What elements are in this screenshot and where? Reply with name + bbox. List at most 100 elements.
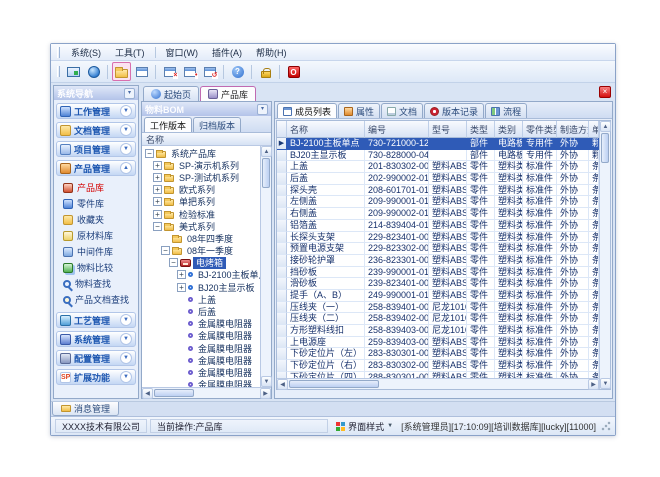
- resize-grip[interactable]: [601, 421, 611, 431]
- menu-tools[interactable]: 工具(T): [108, 44, 152, 61]
- expand-plus-icon[interactable]: +: [153, 161, 162, 170]
- workspace-button[interactable]: [64, 62, 83, 81]
- close-tab-icon[interactable]: [599, 86, 611, 98]
- sidebar-group-doc-mgmt[interactable]: 文档管理▼: [56, 122, 136, 138]
- tree-node[interactable]: 后盖: [142, 305, 260, 317]
- sidebar-group-work-mgmt[interactable]: 工作管理▼: [56, 103, 136, 119]
- table-row[interactable]: 后盖202-990002-01X塑料ABS零件塑料类标准件外协条: [277, 173, 599, 185]
- sidebar-group-product-mgmt[interactable]: 产品管理▲: [56, 160, 136, 176]
- table-row[interactable]: 探头壳208-601701-01X塑料ABS零件塑料类标准件外协条: [277, 185, 599, 197]
- scroll-right-icon[interactable]: ▶: [588, 379, 599, 390]
- tree-column-header[interactable]: 名称: [142, 133, 271, 146]
- scroll-left-icon[interactable]: ◀: [142, 388, 153, 399]
- sidebar-group-project-mgmt[interactable]: 项目管理▼: [56, 141, 136, 157]
- scroll-down-icon[interactable]: ▼: [261, 376, 272, 387]
- scroll-up-icon[interactable]: ▲: [600, 121, 611, 132]
- menu-grip[interactable]: [57, 47, 60, 58]
- menu-window[interactable]: 窗口(W): [159, 44, 206, 61]
- collapse-minus-icon[interactable]: −: [161, 246, 170, 255]
- sidebar-item-favorites[interactable]: 收藏夹: [63, 213, 136, 226]
- tree-node[interactable]: +SP-测试机系列: [142, 171, 260, 183]
- table-row[interactable]: BJ20主显示板730-828000-04X部件电路板专用件外协颗: [277, 150, 599, 162]
- expand-plus-icon[interactable]: +: [177, 270, 186, 279]
- sidebar-item-material-search[interactable]: 物料查找: [63, 277, 136, 290]
- refresh-button[interactable]: [200, 62, 219, 81]
- chevron-down-icon[interactable]: ▼: [120, 371, 132, 383]
- expand-plus-icon[interactable]: +: [153, 197, 162, 206]
- sidebar-group-extensions[interactable]: SP扩展功能▼: [56, 369, 136, 385]
- table-row[interactable]: 右侧盖209-990002-01X塑料ABS零件塑料类标准件外协条: [277, 208, 599, 220]
- table-row[interactable]: 下砂定位片（右）283-830302-00X塑料ABS零件塑料类标准件外协条: [277, 360, 599, 372]
- grid-vertical-scrollbar[interactable]: ▲ ▼: [599, 121, 610, 389]
- tree-node[interactable]: 金属膜电阻器: [142, 342, 260, 354]
- menu-help[interactable]: 帮助(H): [249, 44, 294, 61]
- window-grid-button[interactable]: [132, 62, 151, 81]
- table-row[interactable]: 接砂轮护罩236-823301-00X塑料ABS零件塑料类标准件外协条: [277, 255, 599, 267]
- help-button[interactable]: ?: [228, 62, 247, 81]
- checkout-button[interactable]: [180, 62, 199, 81]
- tree-node[interactable]: +欧式系列: [142, 184, 260, 196]
- close-document-button[interactable]: [160, 62, 179, 81]
- sidebar-item-intermediate-library[interactable]: 中间件库: [63, 245, 136, 258]
- column-header[interactable]: 型号: [429, 121, 467, 138]
- table-row[interactable]: 下砂定位片（左）283-830301-00X塑料ABS零件塑料类标准件外协条: [277, 348, 599, 360]
- grid-horizontal-scrollbar[interactable]: ◀ ▶: [277, 378, 599, 389]
- scroll-right-icon[interactable]: ▶: [260, 388, 271, 399]
- chevron-down-icon[interactable]: ▼: [120, 333, 132, 345]
- tree-node[interactable]: 金属膜电阻器: [142, 366, 260, 378]
- grid-vscroll-thumb[interactable]: [601, 133, 609, 163]
- table-row[interactable]: 提手（A、B）249-990001-01X塑料ABS零件塑料类标准件外协条: [277, 290, 599, 302]
- collapse-minus-icon[interactable]: −: [153, 222, 162, 231]
- column-header[interactable]: 制造方式: [557, 121, 589, 138]
- column-header[interactable]: 名称: [287, 121, 365, 138]
- tree-node[interactable]: −08年一季度: [142, 245, 260, 257]
- sidebar-item-product-doc-search[interactable]: 产品文档查找: [63, 293, 136, 306]
- sidebar-item-material-compare[interactable]: 物料比较: [63, 261, 136, 274]
- sidebar-item-parts-library[interactable]: 零件库: [63, 197, 136, 210]
- lock-button[interactable]: [256, 62, 275, 81]
- chevron-down-icon[interactable]: ▼: [120, 124, 132, 136]
- tree-node[interactable]: +检验标准: [142, 208, 260, 220]
- tree-vscroll-thumb[interactable]: [262, 158, 270, 188]
- scroll-left-icon[interactable]: ◀: [277, 379, 288, 390]
- expand-plus-icon[interactable]: +: [153, 173, 162, 182]
- sidebar-collapse-button[interactable]: [124, 88, 135, 99]
- column-header[interactable]: 单位: [589, 121, 599, 138]
- column-header[interactable]: 类别: [495, 121, 523, 138]
- tree-node[interactable]: −系统产品库: [142, 147, 260, 159]
- column-header[interactable]: 零件类型: [523, 121, 557, 138]
- expand-plus-icon[interactable]: +: [177, 283, 186, 292]
- table-row[interactable]: 长探头支架229-823401-00X塑料ABS零件塑料类标准件外协条: [277, 232, 599, 244]
- interface-style-dropdown[interactable]: 界面样式 ▼: [331, 419, 398, 433]
- tree-node[interactable]: +SP-演示机系列: [142, 159, 260, 171]
- tab-working-version[interactable]: 工作版本: [144, 117, 192, 132]
- column-header[interactable]: 类型: [467, 121, 495, 138]
- tree-node[interactable]: +单把系列: [142, 196, 260, 208]
- table-row[interactable]: 铝箔盖214-839404-01X塑料ABS零件塑料类标准件外协条: [277, 220, 599, 232]
- tree-node[interactable]: −电烤箱: [142, 257, 260, 269]
- column-header[interactable]: 编号: [365, 121, 429, 138]
- table-row[interactable]: 挡砂板239-990001-01X塑料ABS零件塑料类标准件外协条: [277, 267, 599, 279]
- table-row[interactable]: 上盖201-830302-00X塑料ABS零件塑料类标准件外协条: [277, 161, 599, 173]
- chevron-up-icon[interactable]: ▲: [120, 162, 132, 174]
- chevron-down-icon[interactable]: ▼: [120, 352, 132, 364]
- scroll-down-icon[interactable]: ▼: [600, 378, 611, 389]
- tree-hscroll-thumb[interactable]: [154, 389, 194, 397]
- scroll-up-icon[interactable]: ▲: [261, 146, 272, 157]
- collapse-minus-icon[interactable]: −: [145, 149, 154, 158]
- tab-archived-version[interactable]: 归档版本: [193, 117, 241, 132]
- tree-node[interactable]: 金属膜电阻器: [142, 354, 260, 366]
- tab-workflow[interactable]: 流程: [485, 103, 527, 118]
- sidebar-item-raw-material-library[interactable]: 原材料库: [63, 229, 136, 242]
- table-row[interactable]: 预置电源支架229-823302-00X塑料ABS零件塑料类标准件外协条: [277, 243, 599, 255]
- tab-start-page[interactable]: 起始页: [143, 86, 199, 101]
- bom-collapse-button[interactable]: [257, 104, 268, 115]
- sidebar-group-config-mgmt[interactable]: 配置管理▼: [56, 350, 136, 366]
- chevron-down-icon[interactable]: ▼: [120, 314, 132, 326]
- tab-documents[interactable]: 文档: [381, 103, 423, 118]
- table-row[interactable]: 滑砂板239-823401-00X塑料ABS零件塑料类标准件外协条: [277, 278, 599, 290]
- toolbar-grip[interactable]: [57, 66, 60, 77]
- tab-version-history[interactable]: 版本记录: [424, 103, 484, 118]
- collapse-minus-icon[interactable]: −: [169, 258, 178, 267]
- message-management-tab[interactable]: 消息管理: [52, 402, 119, 416]
